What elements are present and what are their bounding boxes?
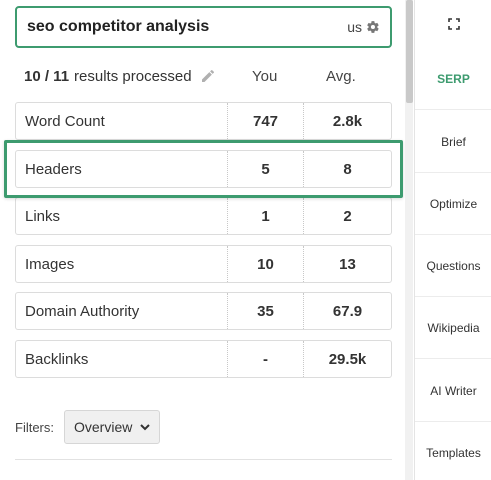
chevron-down-icon: [140, 424, 150, 431]
filter-dropdown[interactable]: Overview: [64, 410, 160, 444]
metric-row-links: Links 1 2: [15, 197, 392, 235]
country-code[interactable]: us: [347, 19, 362, 35]
column-header-avg: Avg.: [326, 67, 356, 85]
expand-button[interactable]: [415, 0, 491, 48]
metric-you-value: 747: [227, 103, 304, 139]
metric-you-value: 1: [227, 198, 304, 234]
filter-selected-value: Overview: [74, 419, 133, 435]
results-label: results processed: [74, 67, 192, 85]
nav-item-serp[interactable]: SERP: [415, 48, 491, 110]
metric-you-value: 10: [227, 246, 304, 282]
metric-label: Links: [25, 207, 61, 225]
metric-you-value: 35: [227, 293, 304, 329]
divider: [15, 459, 392, 460]
metric-avg-value: 8: [343, 160, 352, 178]
search-field[interactable]: us: [15, 6, 392, 48]
metric-label: Domain Authority: [25, 302, 140, 320]
metric-avg-value: 67.9: [332, 302, 363, 320]
column-header-you: You: [252, 67, 278, 85]
metric-row-headers: Headers 5 8: [15, 150, 392, 188]
expand-icon: [447, 18, 460, 30]
nav-item-questions[interactable]: Questions: [415, 235, 491, 297]
metric-row-word-count: Word Count 747 2.8k: [15, 102, 392, 140]
metric-row-images: Images 10 13: [15, 245, 392, 283]
metric-label: Backlinks: [25, 350, 89, 368]
results-count: 10 / 11: [24, 67, 70, 85]
metric-you-value: -: [227, 341, 304, 377]
metric-label: Headers: [25, 160, 82, 178]
search-input[interactable]: [27, 18, 348, 36]
filters-label: Filters:: [15, 419, 54, 435]
pencil-icon[interactable]: [200, 68, 216, 84]
filters-bar: Filters: Overview: [15, 410, 160, 444]
metric-you-value: 5: [227, 151, 304, 187]
results-summary: 10 / 11 results processed You Avg.: [24, 66, 394, 86]
nav-item-wikipedia[interactable]: Wikipedia: [415, 297, 491, 359]
metric-avg-value: 2.8k: [332, 112, 363, 130]
nav-item-optimize[interactable]: Optimize: [415, 173, 491, 235]
metric-row-domain-authority: Domain Authority 35 67.9: [15, 292, 392, 330]
scrollbar-thumb[interactable]: [406, 0, 413, 103]
metric-avg-value: 29.5k: [328, 350, 367, 368]
metric-avg-value: 2: [343, 207, 352, 225]
metric-label: Word Count: [25, 112, 105, 130]
nav-item-templates[interactable]: Templates: [415, 422, 491, 480]
metric-avg-value: 13: [339, 255, 356, 273]
nav-item-brief[interactable]: Brief: [415, 111, 491, 173]
metric-row-backlinks: Backlinks - 29.5k: [15, 340, 392, 378]
right-sidebar: SERP Brief Optimize Questions Wikipedia …: [414, 0, 491, 480]
metric-label: Images: [25, 255, 75, 273]
nav-item-ai-writer[interactable]: AI Writer: [415, 360, 491, 422]
gear-icon[interactable]: [366, 20, 380, 34]
